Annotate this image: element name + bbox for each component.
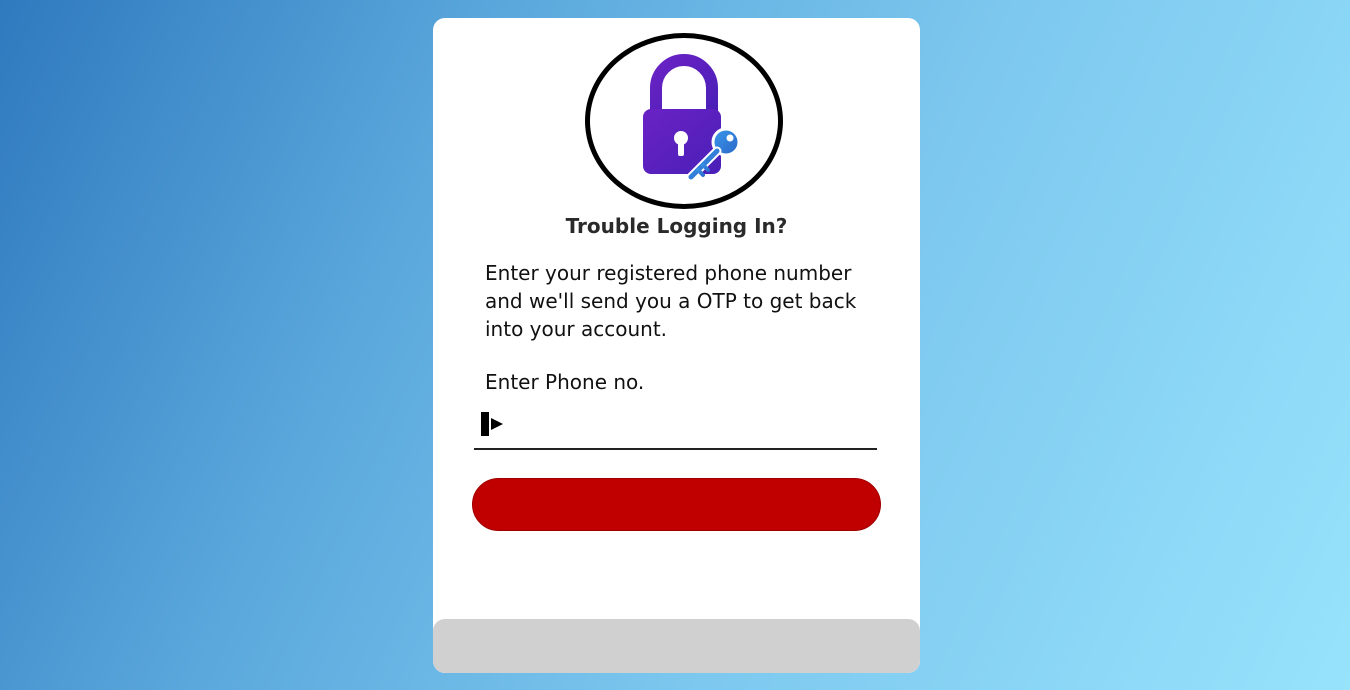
lock-logo bbox=[585, 33, 783, 209]
send-otp-button[interactable] bbox=[472, 478, 881, 531]
recovery-card: Trouble Logging In? Enter your registere… bbox=[433, 18, 920, 673]
footer-bar bbox=[433, 619, 920, 673]
phone-input[interactable] bbox=[514, 410, 873, 442]
phone-field-label: Enter Phone no. bbox=[485, 370, 645, 394]
cursor-play-icon bbox=[481, 410, 507, 442]
phone-field bbox=[474, 404, 877, 450]
instructions-text: Enter your registered phone number and w… bbox=[485, 261, 857, 341]
lock-with-key-icon bbox=[643, 54, 741, 182]
page-title: Trouble Logging In? bbox=[565, 214, 788, 238]
